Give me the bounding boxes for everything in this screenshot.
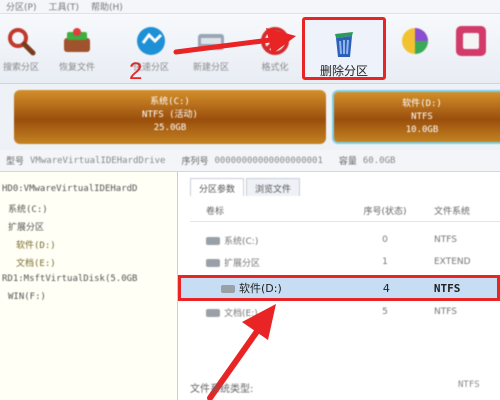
pie-chart-icon	[398, 24, 432, 58]
delete-partition-label: 删除分区	[319, 64, 368, 78]
quick-partition-icon	[134, 24, 168, 58]
serial-value: 00000000000000000001	[214, 155, 323, 166]
backup-partition-button[interactable]	[388, 20, 442, 80]
recover-file-button[interactable]: 恢复文件	[50, 20, 104, 80]
tree-item-rd1[interactable]: RD1:MsftVirtualDisk(5.0GB	[2, 274, 177, 292]
table-row-selected[interactable]: 软件(D:) 4 NTFS	[178, 275, 500, 301]
partition-name: 软件(D:)	[402, 99, 442, 109]
disk-icon	[221, 285, 235, 293]
extra-tool-button[interactable]	[444, 20, 498, 80]
row-fs: NTFS	[434, 235, 457, 245]
menu-help[interactable]: 帮助(H)	[91, 0, 123, 13]
menu-bar: 分区(P) 工具(T) 帮助(H)	[0, 0, 500, 14]
disk-info-strip: 型号 VMwareVirtualIDEHardDrive 序列号 0000000…	[0, 150, 500, 172]
model-label: 型号	[6, 157, 25, 167]
step-number: 2	[129, 58, 143, 85]
row-name: 软件(D:)	[239, 282, 282, 295]
tree-item-extended[interactable]: 扩展分区	[2, 220, 177, 238]
tool-label: 格式化	[261, 63, 289, 73]
model-value: VMwareVirtualIDEHardDrive	[30, 155, 166, 166]
column-volume-label[interactable]: 卷标	[190, 204, 350, 221]
row-index: 4	[382, 281, 390, 295]
partition-size: 10.0GB	[405, 125, 439, 135]
row-name: 扩展分区	[224, 258, 261, 269]
row-index: 1	[382, 257, 388, 267]
recover-file-icon	[60, 24, 94, 58]
table-row[interactable]: 系统(C:) 0 NTFS	[190, 230, 500, 250]
capacity-label: 容量	[338, 157, 357, 167]
menu-partition[interactable]: 分区(P)	[6, 0, 36, 13]
delete-partition-button[interactable]: 删除分区	[302, 17, 386, 80]
serial-label: 序列号	[181, 157, 209, 167]
search-magnifier-icon	[4, 24, 38, 58]
row-index: 5	[382, 307, 388, 317]
row-name: 系统(C:)	[224, 236, 259, 247]
row-fs: NTFS	[433, 281, 461, 295]
table-header: 卷标 序号(状态) 文件系统	[190, 204, 500, 222]
filesystem-type-label: 文件系统类型:	[190, 384, 254, 395]
partition-block-c[interactable]: 系统(C:) NTFS (活动) 25.0GB	[14, 90, 326, 144]
tool-label: 新建分区	[192, 63, 229, 73]
tree-item-hd0[interactable]: HD0:VMwareVirtualIDEHardD	[2, 184, 177, 202]
tool-label: 恢复文件	[58, 63, 95, 73]
partition-fs: NTFS (活动)	[142, 110, 198, 120]
app-box-icon	[454, 24, 488, 58]
table-row[interactable]: 扩展分区 1 EXTEND	[190, 252, 500, 272]
tree-item-win-f[interactable]: WIN(F:)	[2, 292, 177, 310]
menu-tools[interactable]: 工具(T)	[48, 0, 79, 13]
tree-item-software-d[interactable]: 软件(D:)	[2, 238, 177, 256]
tree-item-system-c[interactable]: 系统(C:)	[2, 202, 177, 220]
arrow-to-delete-button	[173, 28, 296, 55]
partition-name: 系统(C:)	[150, 97, 190, 107]
disk-icon	[206, 237, 220, 245]
partition-fs: NTFS	[411, 112, 433, 122]
partition-size: 25.0GB	[153, 123, 187, 133]
filesystem-type-value: NTFS	[458, 380, 480, 390]
column-index[interactable]: 序号(状态)	[350, 204, 420, 221]
disk-tree: HD0:VMwareVirtualIDEHardD 系统(C:) 扩展分区 软件…	[0, 172, 178, 400]
row-fs: NTFS	[434, 307, 457, 317]
row-fs: EXTEND	[434, 257, 471, 267]
disk-map: 系统(C:) NTFS (活动) 25.0GB 软件(D:) NTFS 10.0…	[0, 84, 500, 150]
search-partition-button[interactable]: 搜索分区	[0, 20, 48, 80]
column-filesystem[interactable]: 文件系统	[420, 204, 500, 221]
panel-tabs: 分区参数 浏览文件	[190, 178, 301, 196]
trash-bin-icon	[327, 26, 361, 60]
tree-item-docs-e[interactable]: 文档(E:)	[2, 256, 177, 274]
tool-label: 搜索分区	[2, 63, 39, 73]
disk-icon	[206, 259, 220, 267]
partition-block-d[interactable]: 软件(D:) NTFS 10.0GB	[332, 90, 500, 144]
tab-partition-params[interactable]: 分区参数	[190, 178, 245, 196]
row-index: 0	[382, 235, 388, 245]
capacity-value: 60.0GB	[362, 155, 396, 166]
tab-browse-files[interactable]: 浏览文件	[246, 178, 301, 196]
